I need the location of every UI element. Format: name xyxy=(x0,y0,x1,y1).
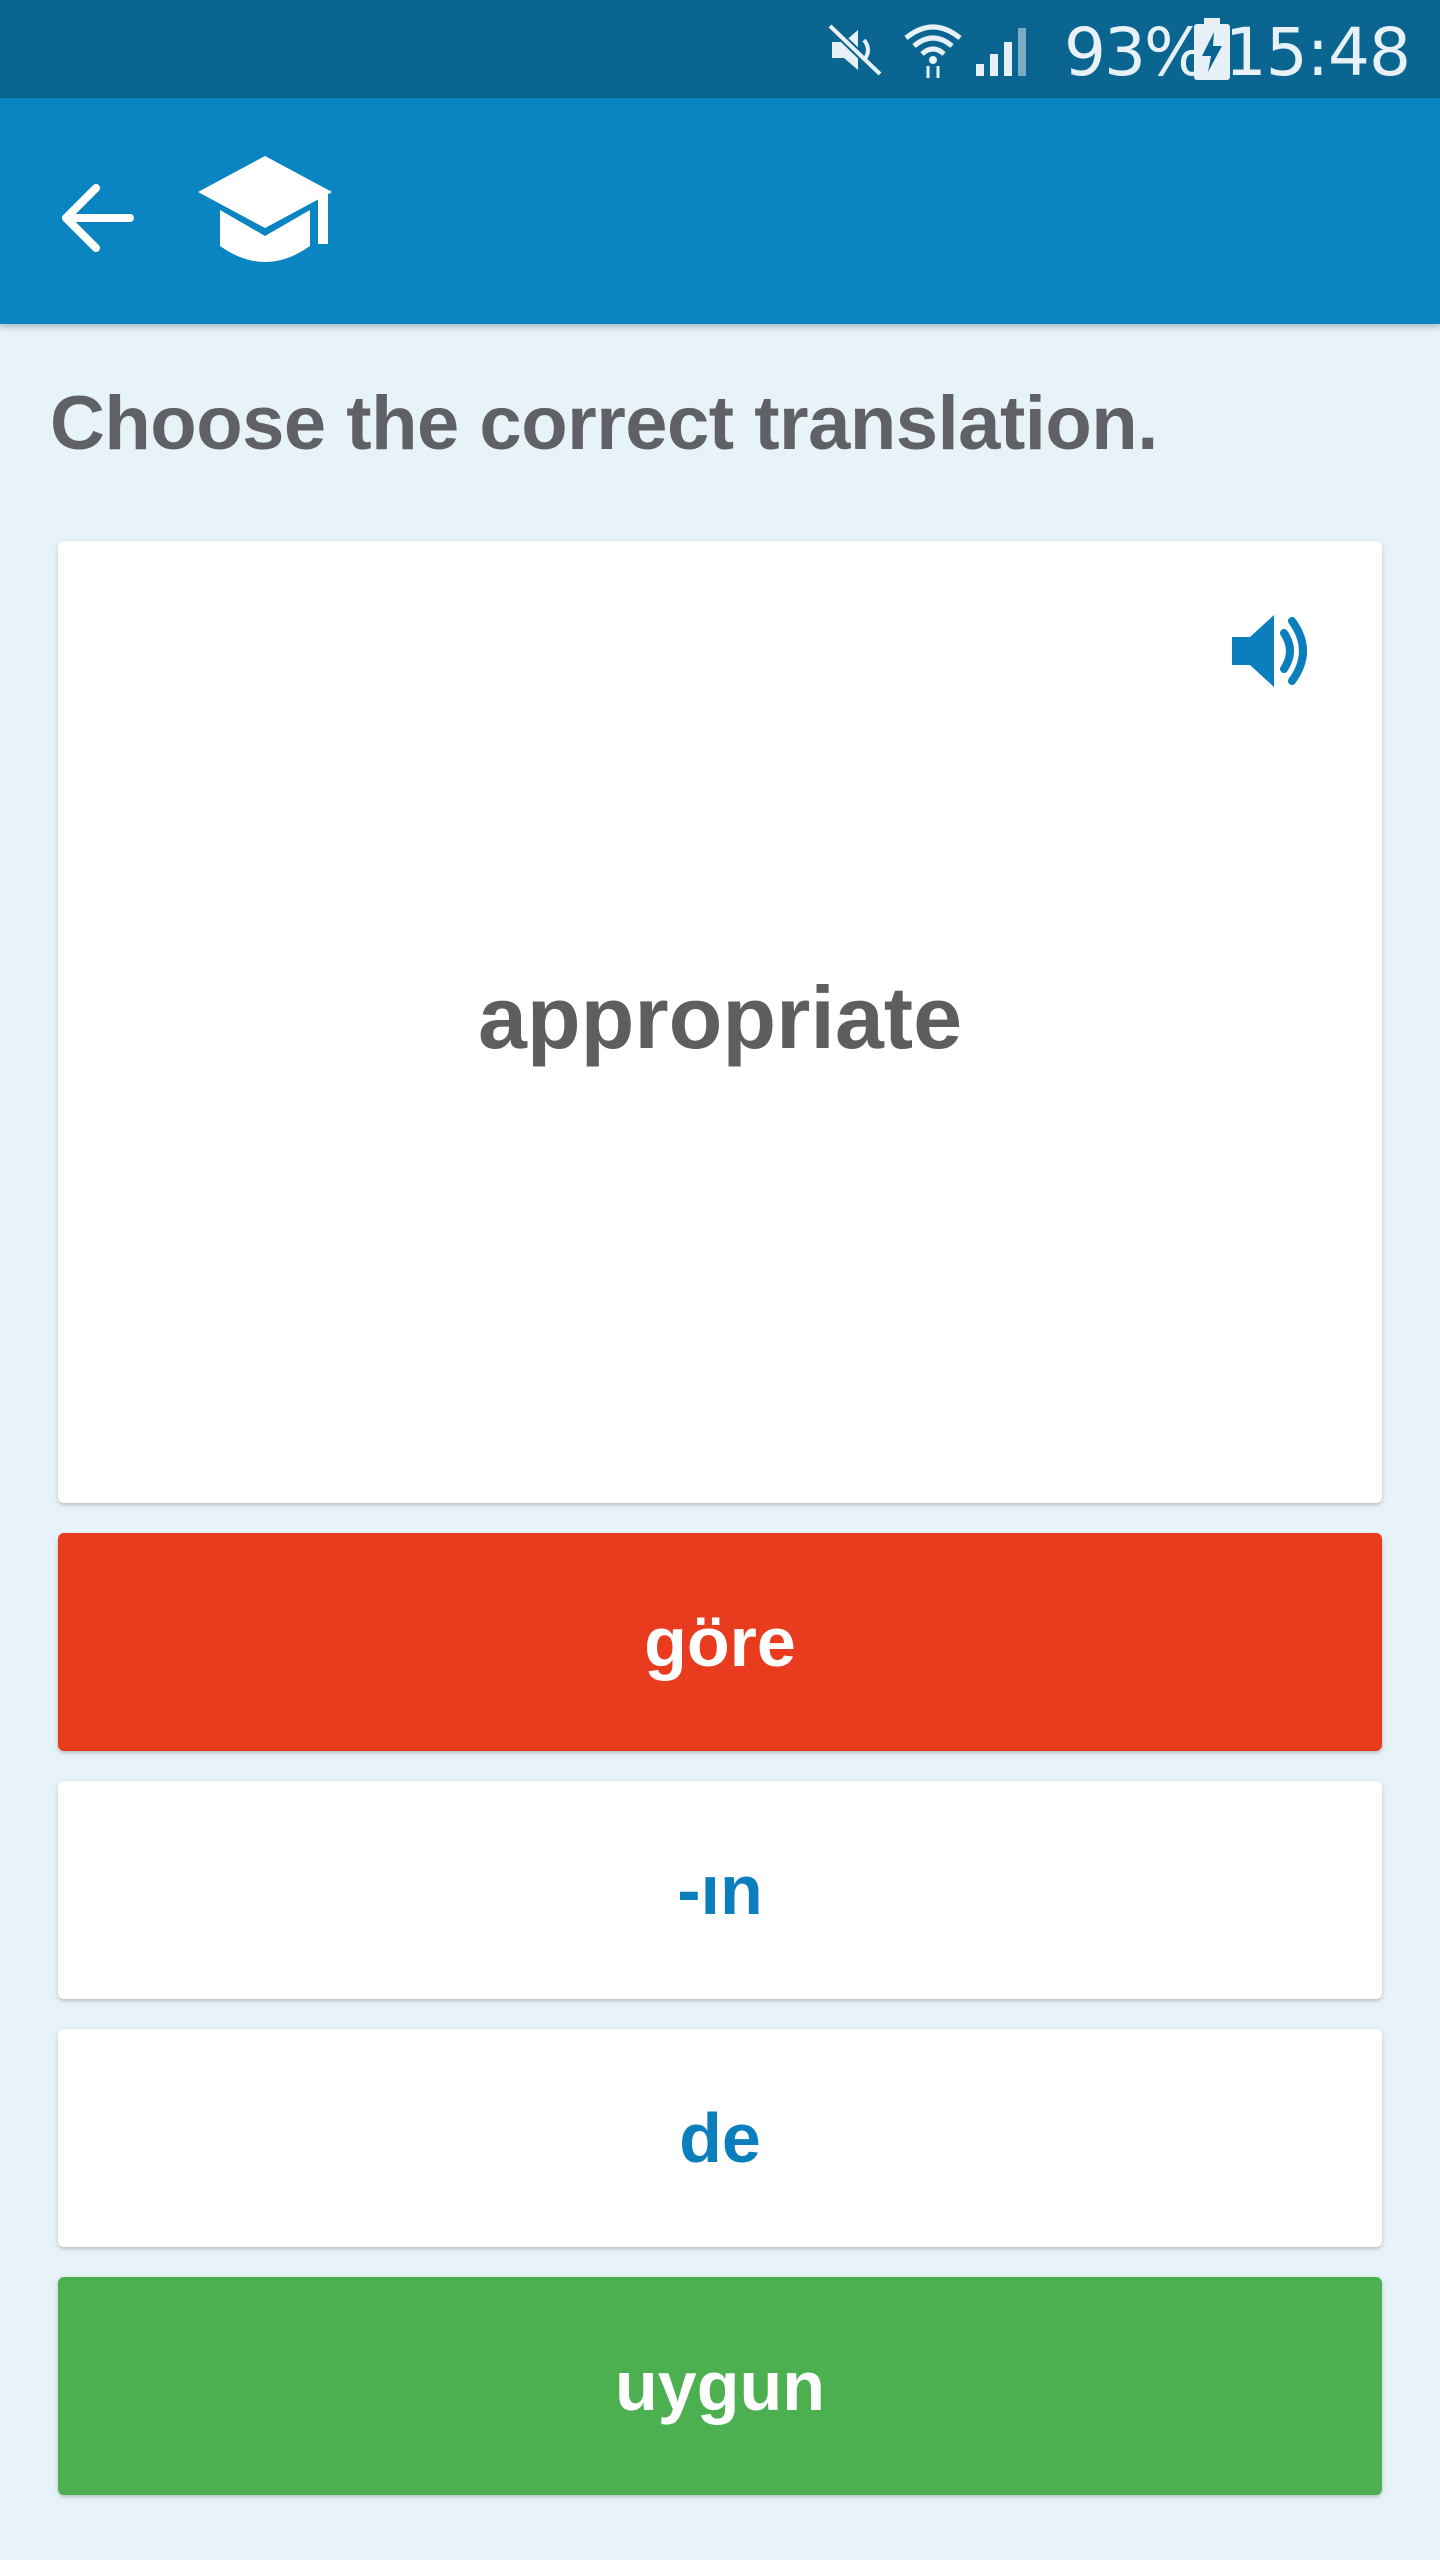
status-bar: 93% 15:48 xyxy=(0,0,1440,98)
battery-percent: 93% xyxy=(1064,14,1207,91)
word-card: appropriate xyxy=(58,541,1382,1503)
mute-icon xyxy=(827,23,883,77)
app-toolbar xyxy=(0,98,1440,324)
answer-option-label: -ın xyxy=(677,1851,763,1929)
arrow-left-icon[interactable] xyxy=(50,170,146,266)
question-prompt: Choose the correct translation. xyxy=(50,381,1158,466)
speaker-icon[interactable] xyxy=(1230,611,1312,691)
graduation-cap-icon xyxy=(198,156,332,262)
answer-option-2[interactable]: -ın xyxy=(58,1781,1382,1999)
answer-option-3[interactable]: de xyxy=(58,2029,1382,2247)
answer-option-label: uygun xyxy=(615,2347,825,2425)
answer-option-4[interactable]: uygun xyxy=(58,2277,1382,2495)
answer-option-label: de xyxy=(679,2099,761,2177)
answer-option-label: göre xyxy=(644,1603,796,1681)
wifi-icon xyxy=(904,24,962,78)
clock: 15:48 xyxy=(1224,14,1411,91)
answer-option-1[interactable]: göre xyxy=(58,1533,1382,1751)
signal-icon xyxy=(976,28,1026,76)
word-to-translate: appropriate xyxy=(477,968,963,1067)
